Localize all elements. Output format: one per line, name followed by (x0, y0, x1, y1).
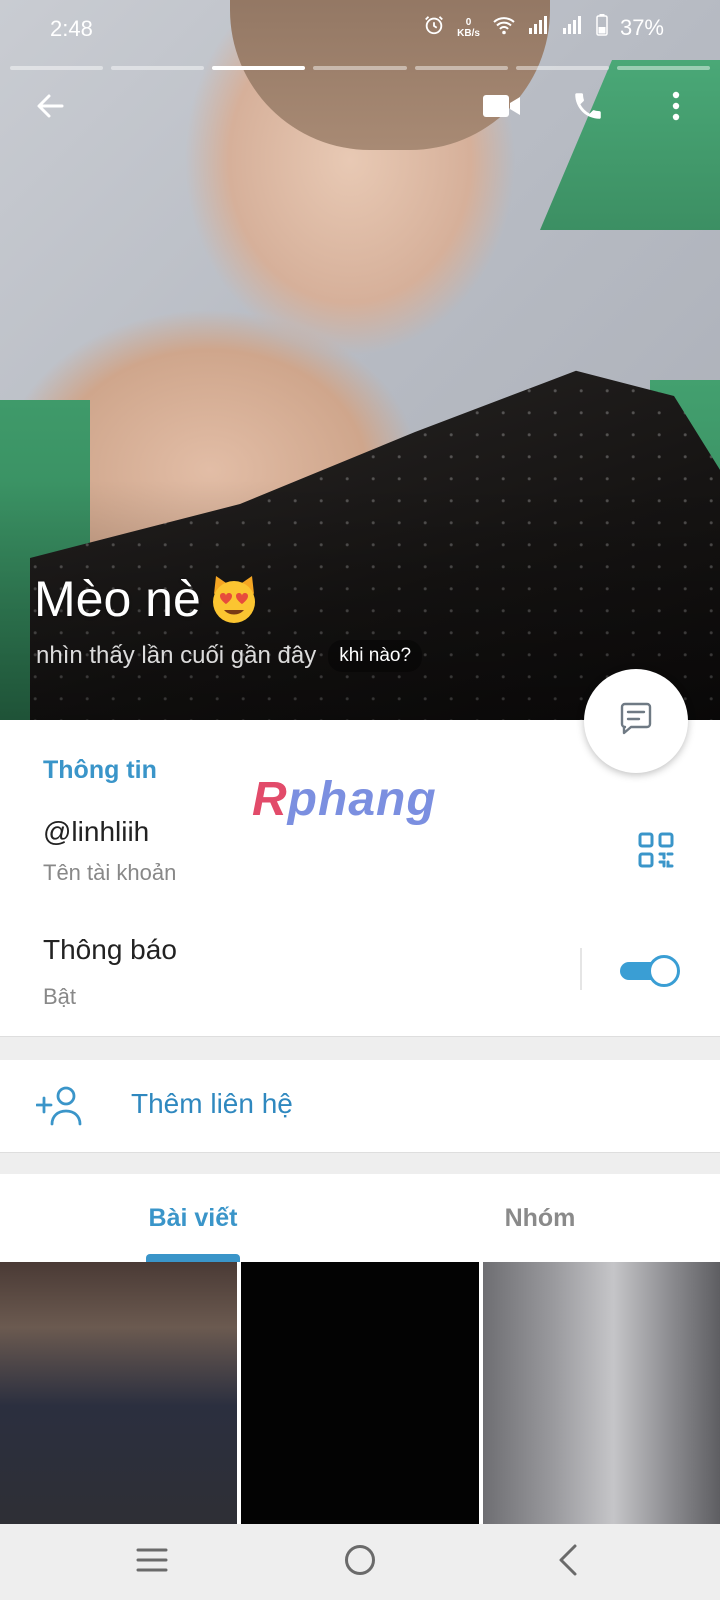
watermark: Rphang (252, 772, 437, 827)
last-seen-row: nhìn thấy lần cuối gần đây khi nào? (36, 640, 423, 672)
story-progress-segment (111, 66, 205, 70)
message-icon (616, 699, 656, 744)
media-tile[interactable] (482, 1262, 720, 1524)
story-progress-segment (414, 66, 508, 70)
alarm-icon (423, 14, 445, 42)
battery-icon (596, 14, 608, 42)
home-circle-icon (343, 1543, 377, 1582)
username[interactable]: @linhliih (43, 816, 149, 848)
username-caption: Tên tài khoản (43, 860, 177, 885)
notifications-toggle[interactable] (618, 952, 682, 990)
watermark-accent: R (252, 773, 288, 826)
chevron-left-icon (556, 1543, 580, 1582)
notifications-status: Bật (43, 984, 77, 1009)
heart-eyes-cat-emoji-icon (207, 572, 261, 626)
more-options-button[interactable] (648, 80, 704, 136)
phone-icon (571, 89, 605, 128)
when-chip[interactable]: khi nào? (328, 640, 423, 672)
tab-indicator (146, 1254, 240, 1262)
notifications-label: Thông báo (43, 934, 177, 965)
signal-icon-2 (562, 15, 584, 41)
status-bar: 2:48 0 KB/s 37% (0, 0, 720, 60)
add-person-icon (35, 1084, 86, 1128)
story-progress (10, 66, 710, 70)
media-tile[interactable] (0, 1262, 238, 1524)
divider (580, 948, 582, 990)
add-contact-row[interactable]: Thêm liên hệ (0, 1060, 720, 1152)
tab-groups[interactable]: Nhóm (440, 1174, 640, 1262)
last-seen-text: nhìn thấy lần cuối gần đây (36, 642, 317, 669)
action-bar (0, 80, 720, 140)
qr-code-button[interactable] (632, 828, 680, 876)
section-gap (0, 1152, 720, 1174)
toggle-knob (648, 955, 680, 987)
arrow-left-icon (34, 90, 66, 127)
home-button[interactable] (332, 1536, 388, 1588)
recents-icon (135, 1546, 169, 1579)
call-button[interactable] (560, 80, 616, 136)
video-call-button[interactable] (474, 80, 530, 136)
back-button[interactable] (22, 80, 78, 136)
system-nav-bar (0, 1524, 720, 1600)
status-time: 2:48 (50, 16, 93, 41)
story-progress-segment (616, 66, 710, 70)
net-speed: 0 KB/s (457, 17, 480, 39)
net-speed-value: 0 (465, 17, 472, 28)
battery-percent: 37% (619, 15, 664, 40)
tab-posts[interactable]: Bài viết (100, 1174, 286, 1262)
profile-name: Mèo nè (34, 571, 201, 627)
media-tile[interactable] (241, 1262, 479, 1524)
story-progress-segment-active (212, 66, 306, 70)
recents-button[interactable] (124, 1536, 180, 1588)
info-section-title: Thông tin (43, 756, 157, 784)
video-camera-icon (482, 92, 522, 125)
story-progress-segment (515, 66, 609, 70)
media-grid (0, 1262, 720, 1524)
status-icons: 0 KB/s 37% (423, 14, 664, 42)
more-vertical-icon (671, 90, 681, 127)
net-speed-unit: KB/s (457, 28, 480, 39)
profile-name-row: Mèo nè (34, 570, 261, 628)
profile-tabs: Bài viết Nhóm (0, 1174, 720, 1262)
nav-back-button[interactable] (540, 1536, 596, 1588)
signal-icon (528, 15, 550, 41)
add-contact-label: Thêm liên hệ (131, 1088, 293, 1119)
section-gap (0, 1036, 720, 1060)
story-progress-segment (10, 66, 104, 70)
qr-code-icon (638, 832, 674, 873)
watermark-main: phang (287, 773, 437, 826)
message-button[interactable] (584, 669, 688, 773)
wifi-icon (492, 14, 516, 42)
story-progress-segment (313, 66, 407, 70)
